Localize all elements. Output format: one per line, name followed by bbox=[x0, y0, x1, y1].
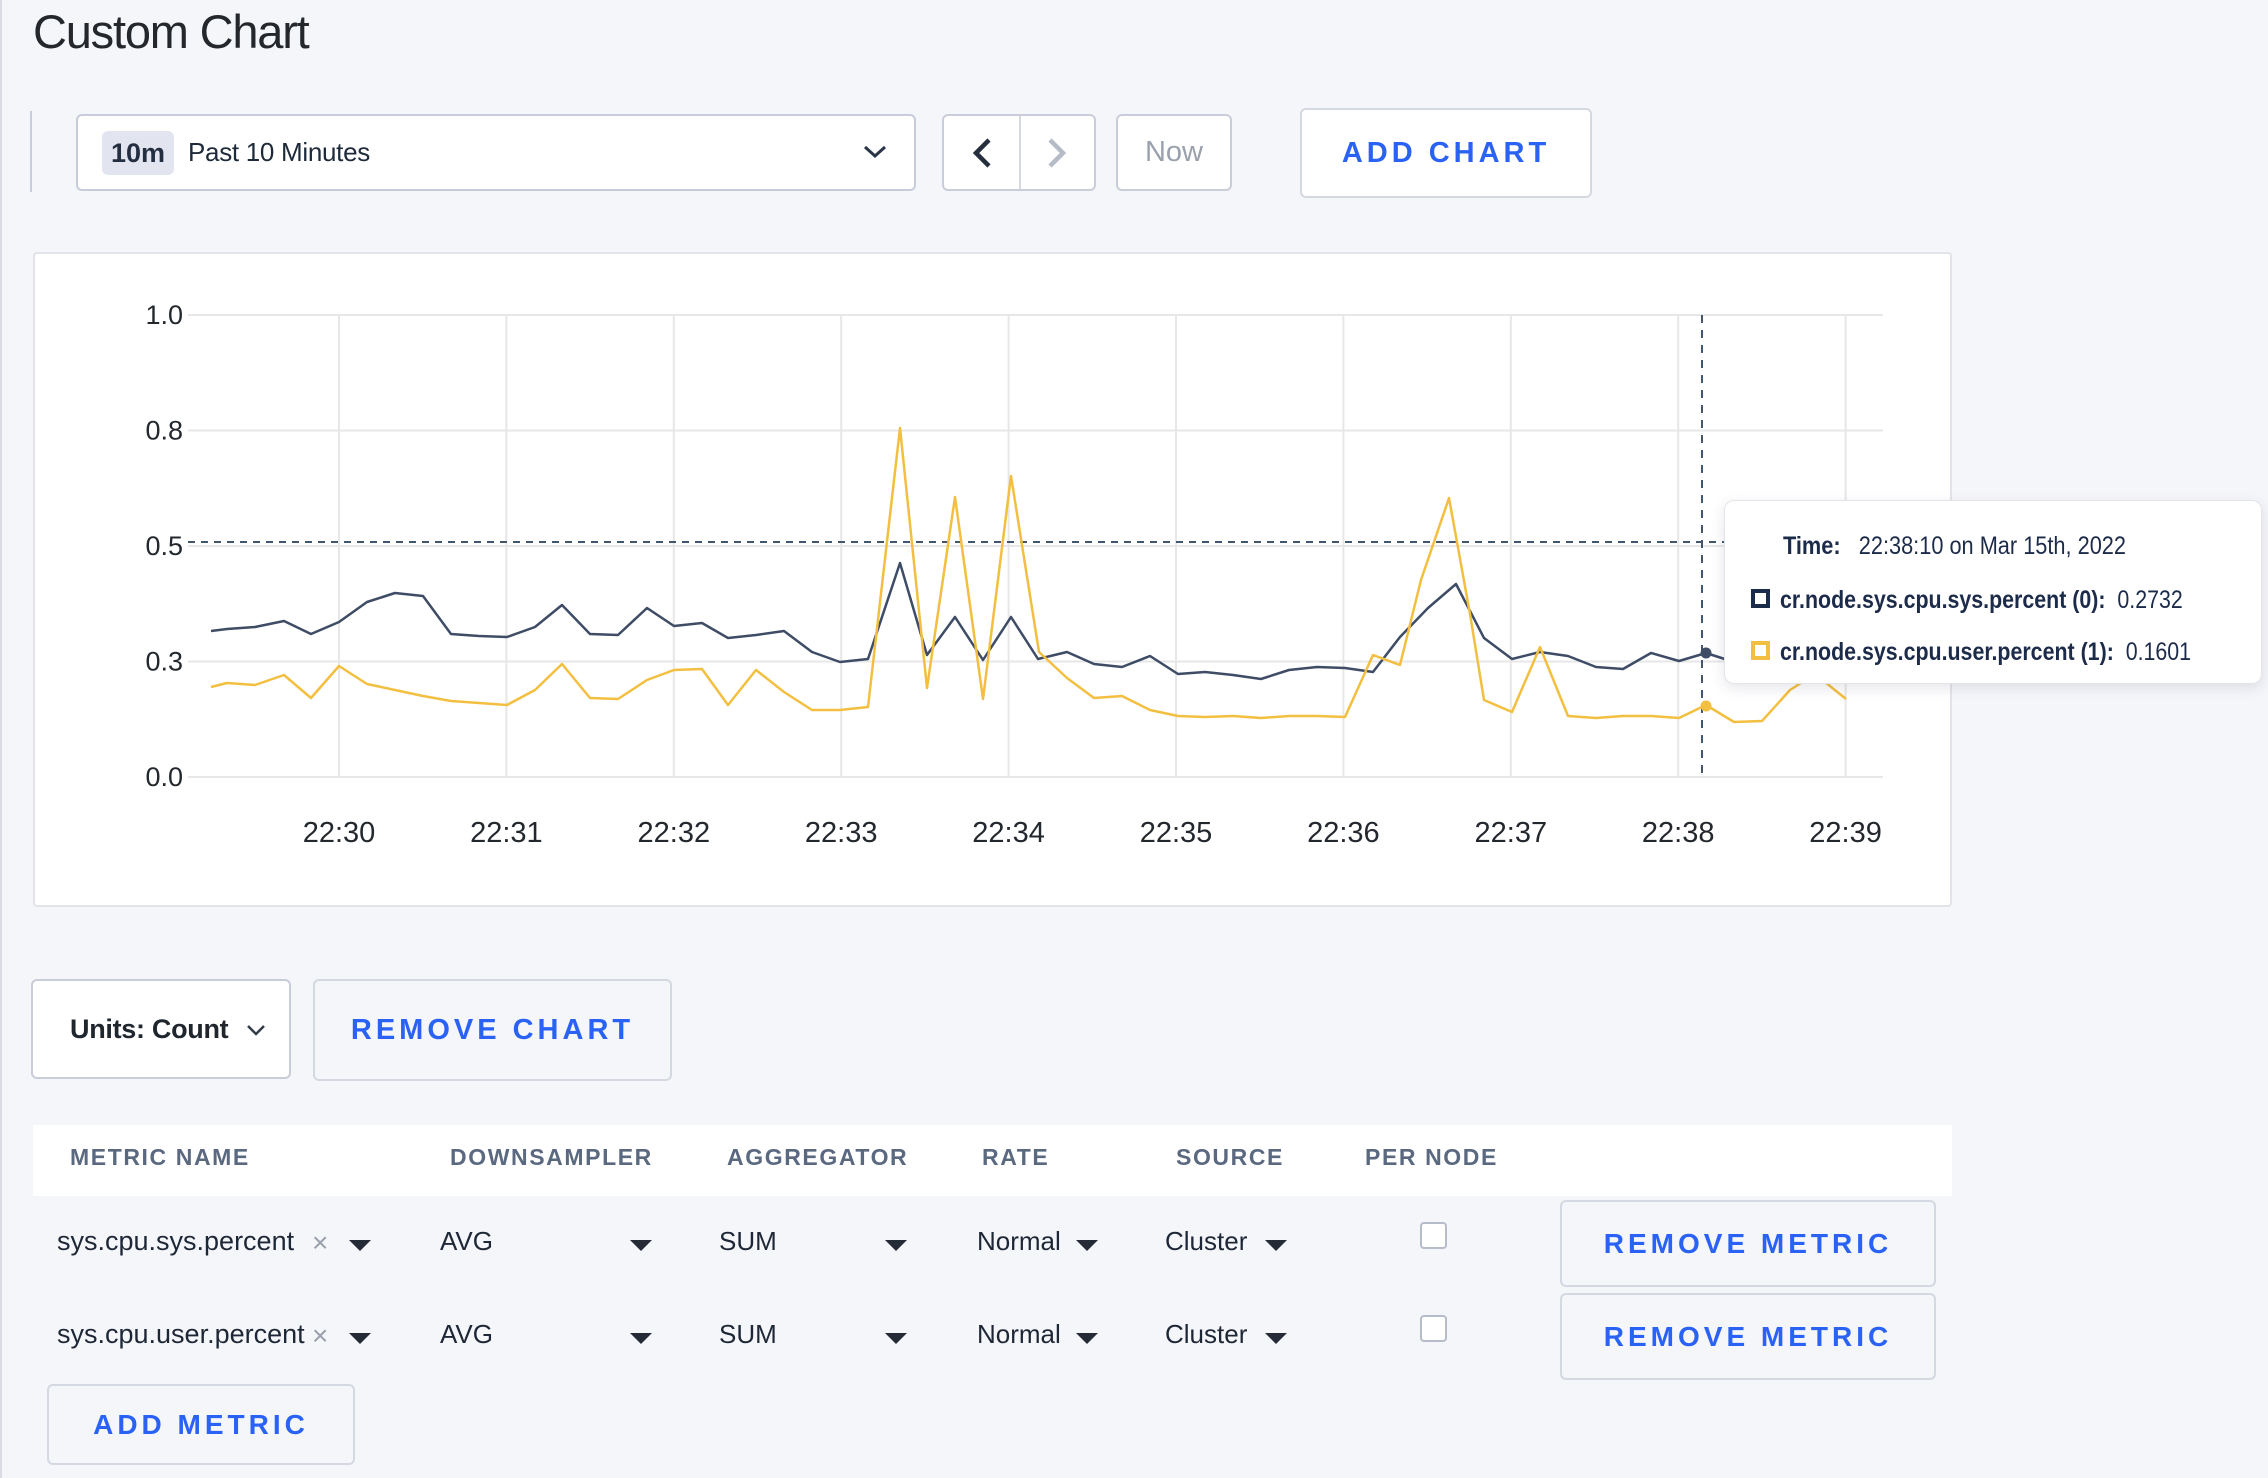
svg-text:0.5: 0.5 bbox=[145, 531, 183, 561]
svg-text:22:39: 22:39 bbox=[1809, 817, 1882, 849]
svg-text:22:38: 22:38 bbox=[1642, 817, 1715, 849]
svg-text:22:36: 22:36 bbox=[1307, 817, 1380, 849]
svg-text:22:32: 22:32 bbox=[638, 817, 711, 849]
svg-text:0.3: 0.3 bbox=[145, 647, 183, 677]
svg-text:0.8: 0.8 bbox=[145, 416, 183, 446]
svg-text:22:33: 22:33 bbox=[805, 817, 878, 849]
svg-text:22:31: 22:31 bbox=[470, 817, 543, 849]
svg-text:22:30: 22:30 bbox=[303, 817, 376, 849]
svg-text:0.0: 0.0 bbox=[145, 762, 183, 792]
svg-text:1.0: 1.0 bbox=[145, 300, 183, 330]
svg-text:22:34: 22:34 bbox=[972, 817, 1045, 849]
svg-text:22:37: 22:37 bbox=[1475, 817, 1548, 849]
svg-text:22:35: 22:35 bbox=[1140, 817, 1213, 849]
